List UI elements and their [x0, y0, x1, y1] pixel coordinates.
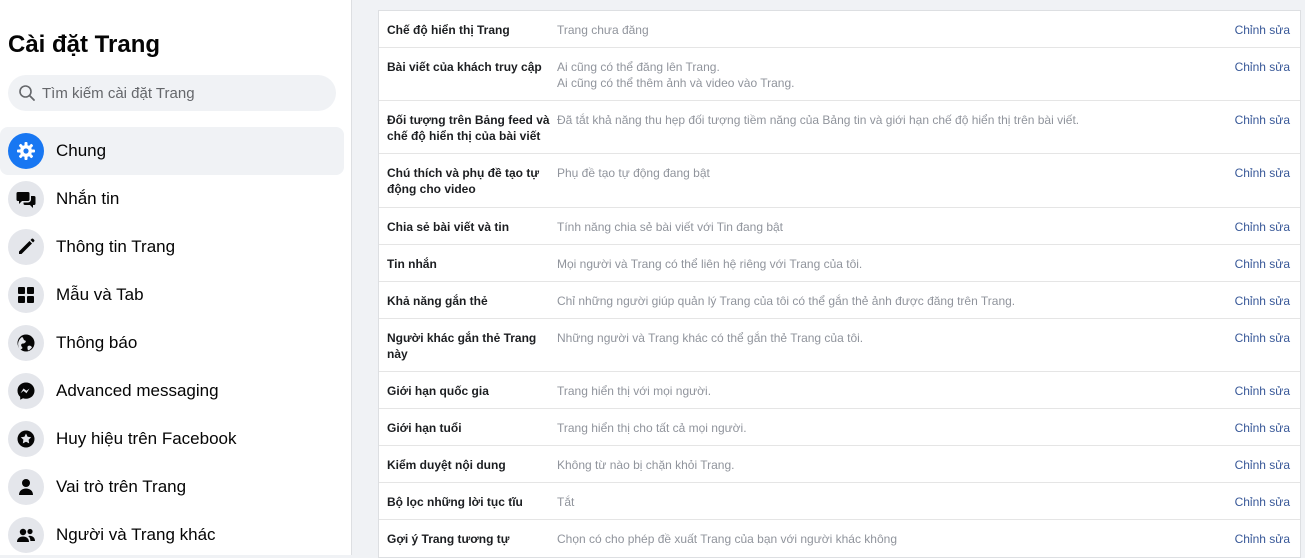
setting-description: Trang hiển thị với mọi người.: [557, 384, 712, 398]
setting-row-tagging-ability: Khả năng gắn thẻ Chỉ những người giúp qu…: [379, 282, 1300, 319]
star-badge-icon: [8, 421, 44, 457]
setting-title: Khả năng gắn thẻ: [387, 294, 488, 308]
search-box[interactable]: [8, 75, 336, 111]
sidebar-item-page-roles[interactable]: Vai trò trên Trang: [0, 463, 344, 511]
gear-icon: [8, 133, 44, 169]
setting-row-content-moderation: Kiểm duyệt nội dung Không từ nào bị chặn…: [379, 446, 1300, 483]
sidebar-item-label: Advanced messaging: [56, 381, 219, 400]
edit-link[interactable]: Chỉnh sửa: [1235, 256, 1290, 272]
person-icon: [8, 469, 44, 505]
sidebar-item-label: Mẫu và Tab: [56, 285, 144, 304]
setting-row-age-restrictions: Giới hạn tuổi Trang hiển thị cho tất cả …: [379, 409, 1300, 446]
search-icon: [19, 85, 35, 101]
setting-description: Chọn có cho phép đề xuất Trang của bạn v…: [557, 532, 897, 546]
edit-link[interactable]: Chỉnh sửa: [1235, 22, 1290, 38]
setting-row-similar-page-suggestions: Gợi ý Trang tương tự Chọn có cho phép đề…: [379, 520, 1300, 557]
edit-link[interactable]: Chỉnh sửa: [1235, 293, 1290, 309]
general-settings-panel: Chế độ hiển thị Trang Trang chưa đăng Ch…: [378, 10, 1301, 558]
sidebar-item-messaging[interactable]: Nhắn tin: [0, 175, 344, 223]
page-title: Cài đặt Trang: [8, 31, 161, 58]
setting-description: Phụ đề tạo tự động đang bật: [557, 166, 710, 180]
setting-title: Bộ lọc những lời tục tĩu: [387, 495, 523, 509]
setting-description: Chỉ những người giúp quản lý Trang của t…: [557, 294, 1016, 308]
grid-icon: [8, 277, 44, 313]
setting-description: Tắt: [557, 495, 575, 509]
edit-link[interactable]: Chỉnh sửa: [1235, 165, 1290, 181]
edit-link[interactable]: Chỉnh sửa: [1235, 59, 1290, 75]
sidebar-item-general[interactable]: Chung: [0, 127, 344, 175]
setting-title: Bài viết của khách truy cập: [387, 60, 542, 74]
messenger-icon: [8, 373, 44, 409]
setting-description: Mọi người và Trang có thể liên hệ riêng …: [557, 257, 863, 271]
edit-link[interactable]: Chỉnh sửa: [1235, 457, 1290, 473]
setting-row-visitor-posts: Bài viết của khách truy cập Ai cũng có t…: [379, 48, 1300, 101]
edit-link[interactable]: Chỉnh sửa: [1235, 494, 1290, 510]
setting-description: Không từ nào bị chặn khỏi Trang.: [557, 458, 735, 472]
edit-link[interactable]: Chỉnh sửa: [1235, 112, 1290, 128]
setting-row-others-tagging-page: Người khác gắn thẻ Trang này Những người…: [379, 319, 1300, 372]
sidebar-item-label: Huy hiệu trên Facebook: [56, 429, 237, 448]
setting-title: Chia sẻ bài viết và tin: [387, 220, 510, 234]
setting-title: Giới hạn tuổi: [387, 421, 462, 435]
edit-link[interactable]: Chỉnh sửa: [1235, 420, 1290, 436]
setting-title: Giới hạn quốc gia: [387, 384, 489, 398]
setting-description: Trang chưa đăng: [557, 23, 649, 37]
setting-row-page-visibility: Chế độ hiển thị Trang Trang chưa đăng Ch…: [379, 11, 1300, 48]
edit-link[interactable]: Chỉnh sửa: [1235, 383, 1290, 399]
setting-row-post-story-sharing: Chia sẻ bài viết và tin Tính năng chia s…: [379, 208, 1300, 245]
setting-description: Tính năng chia sẻ bài viết với Tin đang …: [557, 220, 784, 234]
setting-row-video-captions: Chú thích và phụ đề tạo tự động cho vide…: [379, 154, 1300, 208]
sidebar-item-notifications[interactable]: Thông báo: [0, 319, 344, 367]
setting-description: Đã tắt khả năng thu hẹp đối tượng tiềm n…: [557, 113, 1080, 127]
globe-icon: [8, 325, 44, 361]
sidebar-item-label: Nhắn tin: [56, 189, 120, 208]
setting-row-country-restrictions: Giới hạn quốc gia Trang hiển thị với mọi…: [379, 372, 1300, 409]
setting-title: Gợi ý Trang tương tự: [387, 532, 510, 546]
setting-title: Chú thích và phụ đề tạo tự động cho vide…: [387, 166, 540, 196]
setting-description: Những người và Trang khác có thể gắn thẻ…: [557, 331, 864, 345]
sidebar: Cài đặt Trang Tìm kiếm cài đặt Trang Chu…: [0, 0, 352, 555]
edit-link[interactable]: Chỉnh sửa: [1235, 330, 1290, 346]
setting-title: Tin nhắn: [387, 257, 437, 271]
edit-link[interactable]: Chỉnh sửa: [1235, 531, 1290, 547]
sidebar-item-label: Chung: [56, 141, 107, 160]
search-input[interactable]: [40, 83, 314, 103]
setting-row-profanity-filter: Bộ lọc những lời tục tĩu Tắt Chỉnh sửa: [379, 483, 1300, 520]
setting-title: Kiểm duyệt nội dung: [387, 458, 506, 472]
sidebar-item-label: Thông tin Trang: [56, 237, 176, 256]
setting-title: Chế độ hiển thị Trang: [387, 23, 510, 37]
pencil-icon: [8, 229, 44, 265]
sidebar-item-facebook-badges[interactable]: Huy hiệu trên Facebook: [0, 415, 344, 463]
chat-bubbles-icon: [8, 181, 44, 217]
people-icon: [8, 517, 44, 553]
setting-description: Ai cũng có thể đăng lên Trang. Ai cũng có…: [557, 60, 795, 90]
setting-row-messages: Tin nhắn Mọi người và Trang có thể liên …: [379, 245, 1300, 282]
sidebar-item-label: Vai trò trên Trang: [56, 477, 187, 496]
setting-title: Đối tượng trên Bảng feed và chế độ hiển …: [387, 113, 550, 143]
sidebar-item-templates-tabs[interactable]: Mẫu và Tab: [0, 271, 344, 319]
sidebar-item-page-info[interactable]: Thông tin Trang: [0, 223, 344, 271]
sidebar-item-people-other-pages[interactable]: Người và Trang khác: [0, 511, 344, 555]
edit-link[interactable]: Chỉnh sửa: [1235, 219, 1290, 235]
sidebar-item-label: Thông báo: [56, 333, 138, 352]
sidebar-item-advanced-messaging[interactable]: Advanced messaging: [0, 367, 344, 415]
setting-description: Trang hiển thị cho tất cả mọi người.: [557, 421, 747, 435]
sidebar-item-label: Người và Trang khác: [56, 525, 216, 544]
setting-title: Người khác gắn thẻ Trang này: [387, 331, 537, 361]
setting-row-feed-audience: Đối tượng trên Bảng feed và chế độ hiển …: [379, 101, 1300, 154]
sidebar-nav: Chung Nhắn tin Thông tin Trang Mẫu và Ta…: [0, 127, 351, 555]
